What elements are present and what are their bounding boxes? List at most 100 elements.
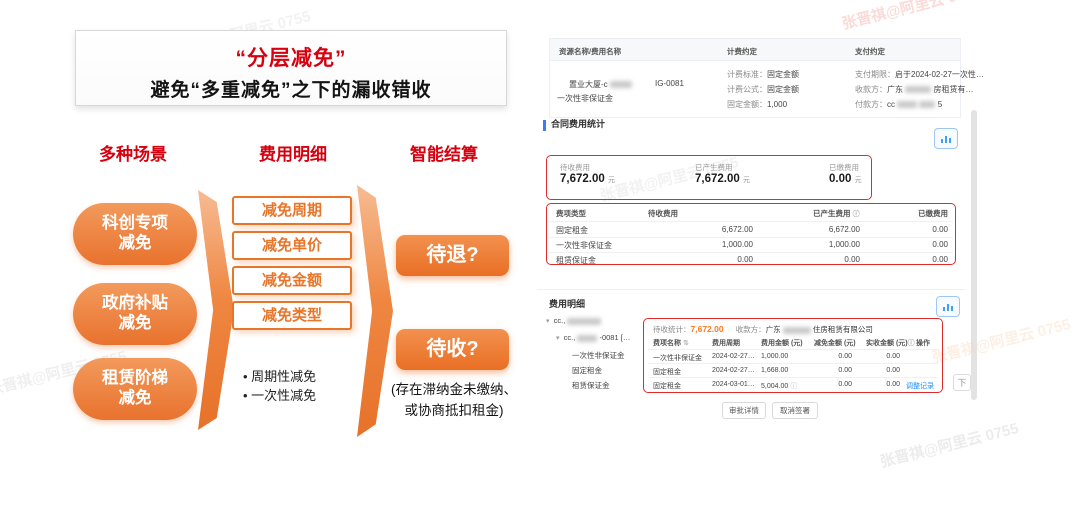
sort-icon: ⇅ [683,340,689,347]
watermark: 张晋祺@阿里云 0755 [878,417,1021,472]
col-header-billing-terms: 计费约定 [727,46,757,57]
agreement-table: 资源名称/费用名称 计费约定 支付约定 置业大厦-c IG-0081 一次性非保… [549,38,961,118]
fee-row-pending: 6,672.00 [650,225,753,234]
stat-value: 0.00 [829,173,851,185]
detail-row-reduction: 0.00 [810,381,852,388]
detail-row-amount: 1,000.00 [761,353,788,360]
reduction-box-type: 减免类型 [232,301,352,330]
watermark: 张晋祺@阿里云 0755 [930,313,1073,368]
col-header-payment-terms: 支付约定 [855,46,885,57]
payment-value: cc [887,100,895,109]
adjust-record-link[interactable]: 调整记录 [906,381,934,391]
info-icon[interactable]: ⓘ [853,211,860,218]
pill-text: 租赁阶梯 [73,369,197,389]
fee-row-pending: 1,000.00 [650,240,753,249]
payment-value: 启于2024-02-27一次性… [895,70,984,79]
detail-row-amount: 5,004.00 ⓘ [761,381,797,391]
payment-value: 5 [938,100,942,109]
detail-row-amount: 1,668.00 [761,367,788,374]
redacted-text [919,101,935,108]
fee-row-incurred: 0.00 [760,255,860,264]
detail-row-period: 2024-03-01… [712,381,755,388]
fee-row-pending: 0.00 [650,255,753,264]
stat-label: 已缴费用 [829,162,862,173]
row-divider [549,237,953,238]
detail-summary: 待收统计：7,672.00 收款方：广东 住房租赁有限公司 [653,324,873,335]
tree-leaf-fixed-rent[interactable]: 固定租金 [572,365,602,376]
fee-row-type: 固定租金 [556,225,588,236]
approval-detail-button[interactable]: 审批详情 [722,402,766,419]
stat-unit: 元 [855,177,862,184]
billing-value: 1,000 [767,100,787,109]
page-down-button[interactable]: 下 [953,374,971,391]
fee-row-incurred: 1,000.00 [760,240,860,249]
col-header-resource-name: 资源名称/费用名称 [559,46,621,57]
fee-col-paid: 已缴费用 [918,208,948,219]
detail-row-name: 一次性非保证金 [653,353,702,363]
payment-value: 房租赁有… [933,85,973,94]
detail-col-actual: 实收金额 (元)ⓘ [866,338,915,348]
fee-col-type: 费项类型 [556,208,586,219]
detail-col-name[interactable]: 费项名称 ⇅ [653,338,689,348]
scenario-pill-subsidy: 政府补贴 减免 [73,283,197,345]
stat-unit: 元 [608,177,615,184]
column-label-smart-settlement: 智能结算 [399,140,489,165]
slide-title-box: “分层减免” 避免“多重减免”之下的漏收错收 [75,30,507,106]
bar-chart-icon [940,134,952,144]
summary-value: 7,672.00 [691,324,724,334]
info-icon[interactable]: ⓘ [908,340,915,347]
bullet-periodic: • 周期性减免 [243,366,316,385]
resource-name-text: 置业大厦-c [569,80,608,89]
scrollbar-thumb[interactable] [971,110,977,400]
detail-row-name: 固定租金 [653,367,681,377]
stat-unit: 元 [743,177,750,184]
stat-value: 7,672.00 [695,173,740,185]
reduction-box-unit-price: 减免单价 [232,231,352,260]
redacted-text [567,318,601,325]
redacted-text [577,335,597,342]
column-label-fee-detail: 费用明细 [248,140,338,165]
section-title-contract-fees: 合同费用统计 [551,117,605,130]
payment-label: 付款方： [855,100,887,109]
tree-node-contract[interactable]: ▾ cc., [546,316,601,325]
fee-row-incurred: 6,672.00 [760,225,860,234]
slide-title-main: “分层减免” [76,42,506,72]
resource-code: IG-0081 [655,79,684,88]
detail-col-amount: 费用金额 (元) [761,338,803,348]
billing-line: 计费公式：固定金额 [727,84,799,95]
slide-caption: (存在滞纳金未缴纳、 或协商抵扣租金) [374,380,534,422]
fee-col-incurred: 已产生费用 ⓘ [813,208,860,219]
cancel-sign-button[interactable]: 取消签署 [772,402,818,419]
detail-row-period: 2024-02-27… [712,353,755,360]
fee-row-paid: 0.00 [848,240,948,249]
payment-label: 收款方： [855,85,887,94]
resource-fee-name: 一次性非保证金 [557,93,613,104]
fee-row-paid: 0.00 [848,255,948,264]
billing-value: 固定金额 [767,70,799,79]
pill-text: 政府补贴 [73,294,197,314]
info-icon[interactable]: ⓘ [790,383,797,390]
row-divider [549,252,953,253]
caption-line: 或协商抵扣租金) [374,401,534,422]
billing-line: 固定金额：1,000 [727,99,787,110]
tree-leaf-deposit[interactable]: 一次性非保证金 [572,350,625,361]
tree-node-resource[interactable]: ▾ cc., -0081 [… [556,333,630,342]
pill-text: 减免 [73,234,197,254]
agreement-table-row: 置业大厦-c IG-0081 一次性非保证金 计费标准：固定金额 计费公式：固定… [550,61,960,118]
chart-view-button[interactable] [934,128,958,149]
payment-label: 支付期限： [855,70,895,79]
billing-label: 计费公式： [727,85,767,94]
tree-leaf-lease-deposit[interactable]: 租赁保证金 [572,380,610,391]
slide-title-sub: 避免“多重减免”之下的漏收错收 [76,75,506,102]
summary-label: 待收统计： [653,325,691,334]
chart-view-button[interactable] [936,296,960,317]
stat-label: 待收费用 [560,162,615,173]
tree-node-text: -0081 [… [599,333,630,342]
detail-row-reduction: 0.00 [810,367,852,374]
result-collect-badge: 待收? [396,329,509,370]
payment-line: 付款方：cc 5 [855,99,942,110]
detail-row-actual: 0.00 [858,367,900,374]
pill-text: 减免 [73,314,197,334]
stat-incurred: 已产生费用 7,672.00 元 [695,162,750,185]
scenario-pill-tech: 科创专项 减免 [73,203,197,265]
